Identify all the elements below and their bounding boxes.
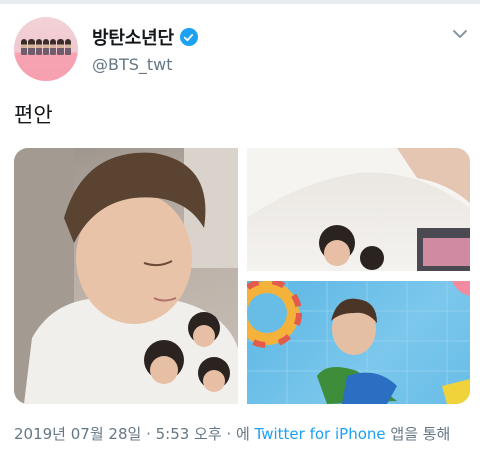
author-handle[interactable]: @BTS_twt bbox=[92, 55, 173, 74]
profile-avatar[interactable] bbox=[14, 17, 78, 81]
top-divider bbox=[0, 0, 480, 4]
author-name-row: 방탄소년단 bbox=[92, 24, 198, 50]
tweet-date[interactable]: 2019년 07월 28일 bbox=[14, 425, 141, 443]
author-display-name[interactable]: 방탄소년단 bbox=[92, 24, 174, 50]
chevron-down-icon[interactable] bbox=[452, 28, 468, 40]
tweet-metadata: 2019년 07월 28일 · 5:53 오후 · 에 Twitter for … bbox=[14, 423, 450, 444]
avatar-group-photo bbox=[21, 39, 71, 55]
source-prefix: · 에 bbox=[221, 425, 255, 443]
source-app-link[interactable]: Twitter for iPhone bbox=[255, 425, 386, 443]
tweet-text: 편안 bbox=[14, 103, 53, 127]
verified-badge-icon bbox=[179, 28, 198, 46]
photo-shirt[interactable] bbox=[247, 148, 470, 271]
photo-selfie[interactable] bbox=[14, 148, 238, 404]
photo-pool-illustration[interactable] bbox=[247, 281, 470, 404]
source-suffix: 앱을 통해 bbox=[385, 425, 451, 443]
tweet-time[interactable]: 5:53 오후 bbox=[156, 425, 222, 443]
media-grid bbox=[14, 148, 470, 404]
meta-separator: · bbox=[141, 425, 156, 443]
